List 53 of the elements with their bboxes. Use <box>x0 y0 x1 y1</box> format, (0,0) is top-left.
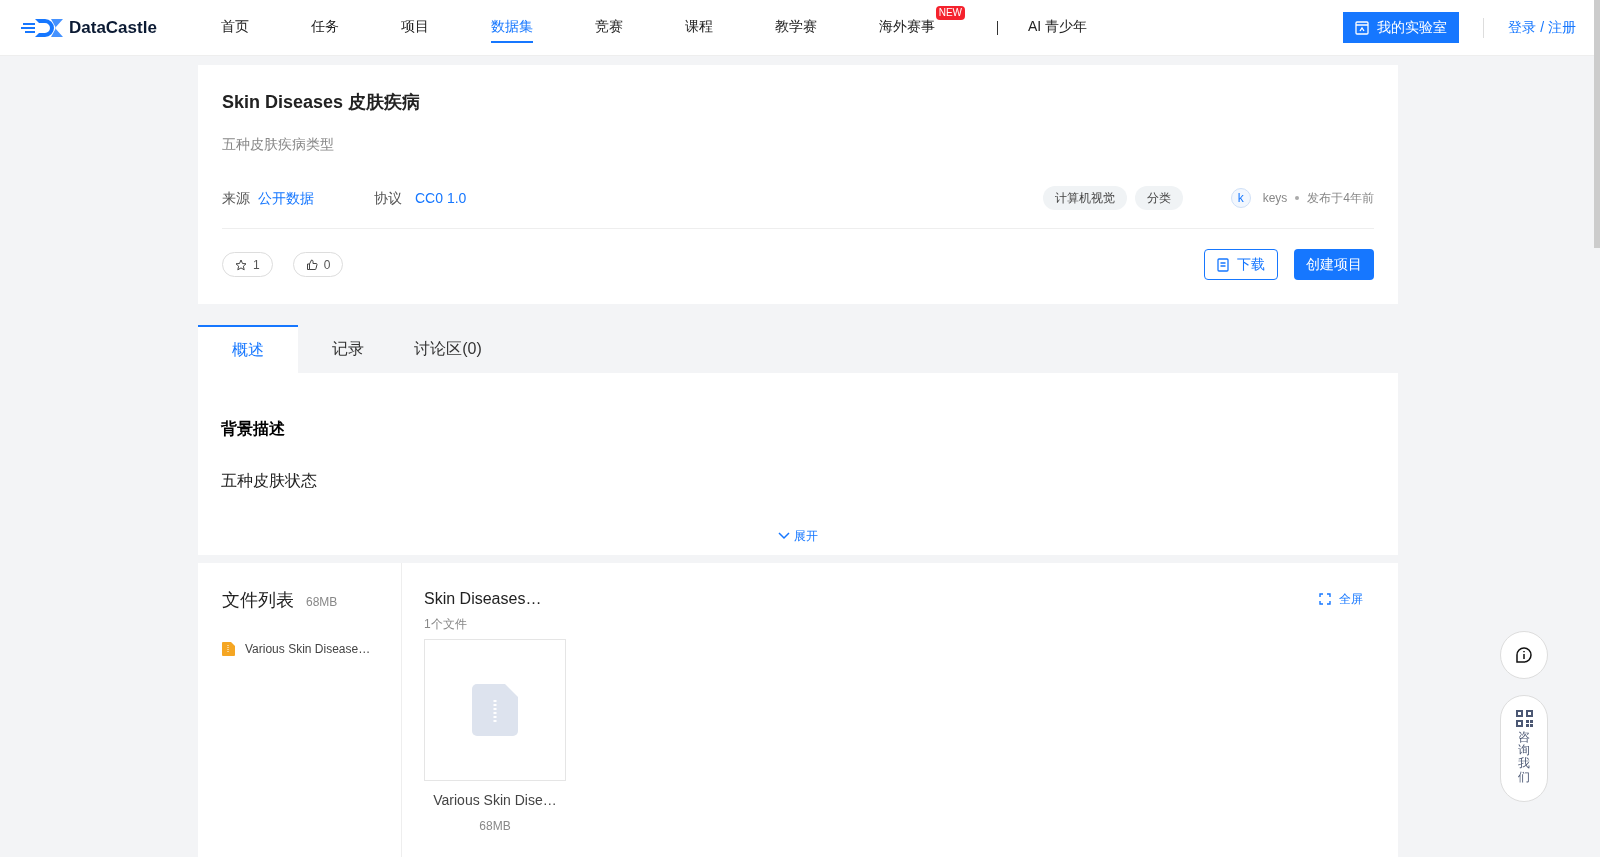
overview-text: 五种皮肤状态 <box>221 471 318 491</box>
consult-button[interactable]: 咨询我们 <box>1500 695 1548 802</box>
content-tab[interactable]: 概述 <box>198 325 298 373</box>
tag[interactable]: 计算机视觉 <box>1042 186 1127 210</box>
logo-icon <box>21 16 65 39</box>
nav-tab[interactable]: 数据集 <box>491 0 533 55</box>
fullscreen-button[interactable]: 全屏 <box>1319 590 1363 608</box>
create-project-button[interactable]: 创建项目 <box>1294 249 1374 280</box>
author-avatar: k <box>1230 188 1251 208</box>
consult-label: 咨询我们 <box>1518 731 1530 784</box>
feedback-button[interactable] <box>1500 631 1548 679</box>
dataset-title: Skin Diseases 皮肤疾病 <box>222 91 422 114</box>
source-label: 来源 <box>222 188 250 208</box>
zip-file-icon <box>472 684 518 736</box>
expand-button[interactable]: 展开 <box>778 527 818 545</box>
file-list-title: 文件列表 <box>222 589 294 612</box>
nav-tab[interactable]: 课程 <box>685 0 713 55</box>
tag[interactable]: 分类 <box>1134 186 1183 210</box>
star-icon <box>235 258 247 271</box>
dataset-subtitle: 五种皮肤疾病类型 <box>222 135 335 154</box>
zip-file-icon <box>222 642 235 656</box>
my-lab-button[interactable]: 我的实验室 <box>1343 12 1460 43</box>
nav-tab[interactable]: 竞赛 <box>595 0 623 55</box>
lab-icon <box>1355 20 1370 35</box>
author-name[interactable]: keys <box>1262 189 1288 207</box>
chevron-down-icon <box>778 532 790 540</box>
total-size: 68MB <box>306 594 338 611</box>
nav-tab[interactable]: 任务 <box>311 0 339 55</box>
folder-name: Skin Diseases… <box>424 589 542 609</box>
nav-tab[interactable]: AI 青少年 <box>1028 0 1088 55</box>
fullscreen-icon <box>1319 593 1331 605</box>
nav-tab[interactable]: 教学赛 <box>775 0 817 55</box>
section-heading: 背景描述 <box>221 419 286 439</box>
thumbs-up-icon <box>305 258 318 271</box>
file-size: 68MB <box>479 818 511 835</box>
file-name: Various Skin Dise… <box>433 791 557 810</box>
download-button[interactable]: 下载 <box>1204 249 1278 280</box>
login-link[interactable]: 登录 / 注册 <box>1508 17 1576 38</box>
content-tab[interactable]: 记录 <box>298 325 398 373</box>
license-link[interactable]: CC0 1.0 <box>415 187 467 209</box>
brand-name[interactable]: DataCastle <box>69 14 157 41</box>
publish-time: 发布于4年前 <box>1307 190 1374 207</box>
content-tab[interactable]: 讨论区(0) <box>398 325 498 373</box>
nav-tab[interactable]: 首页 <box>221 0 249 55</box>
file-tree-item[interactable]: Various Skin Disease… <box>245 640 371 658</box>
nav-tab[interactable]: 项目 <box>401 0 429 55</box>
document-icon <box>1217 257 1229 272</box>
qr-code-icon <box>1515 710 1533 727</box>
license-label: 协议 <box>374 188 402 208</box>
source-link[interactable]: 公开数据 <box>258 187 314 209</box>
file-count: 1个文件 <box>424 616 468 633</box>
new-badge: NEW <box>935 6 965 20</box>
info-bubble-icon <box>1516 647 1532 663</box>
